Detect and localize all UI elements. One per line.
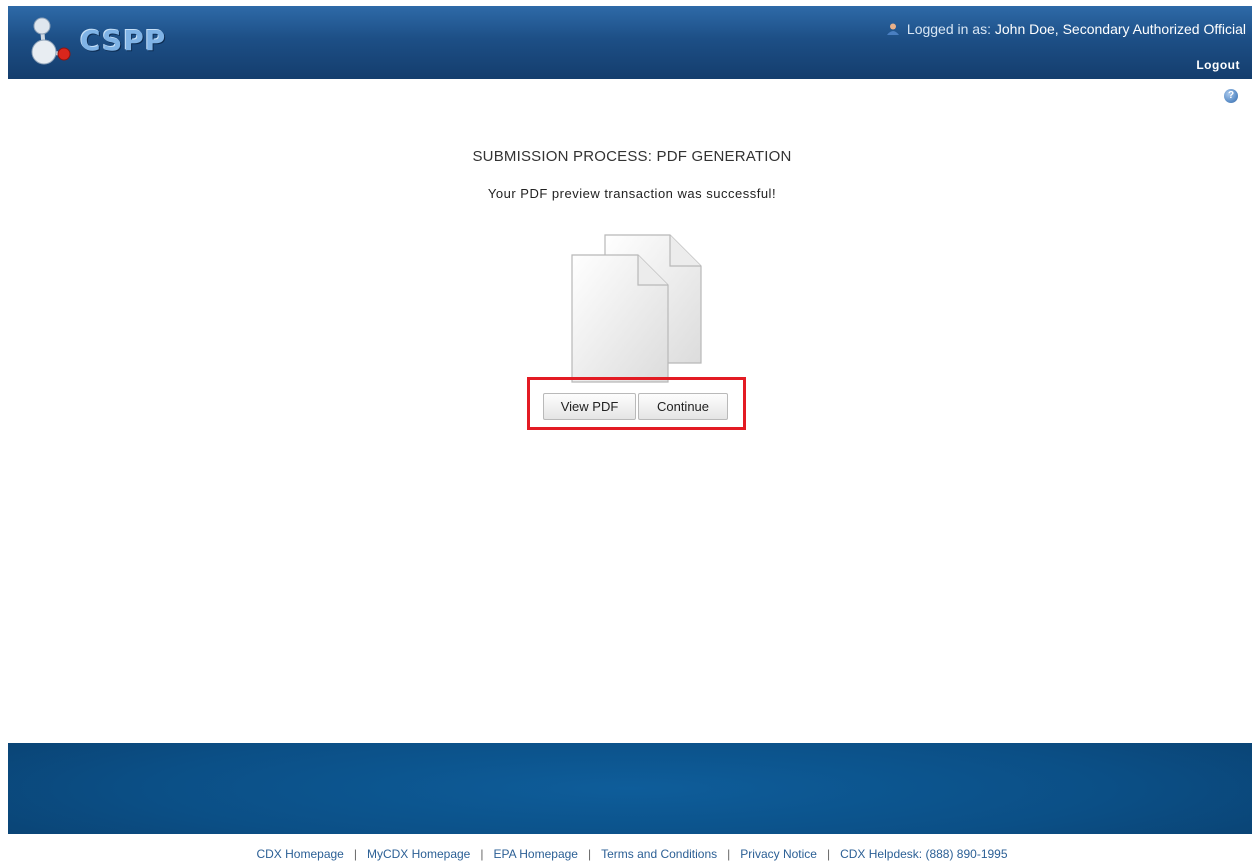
- success-message: Your PDF preview transaction was success…: [487, 186, 777, 201]
- footer-separator: |: [480, 847, 484, 861]
- footer-links: CDX Homepage | MyCDX Homepage | EPA Homepage…: [0, 847, 1252, 861]
- footer-separator: |: [587, 847, 592, 861]
- user-icon: [887, 23, 900, 35]
- footer-separator: |: [826, 847, 831, 861]
- footer-link-epa-homepage[interactable]: EPA Homepage: [493, 847, 578, 861]
- pdf-documents-icon: [571, 234, 702, 383]
- page-title: SUBMISSION PROCESS: PDF GENERATION: [472, 148, 792, 165]
- cspp-logo[interactable]: CSPP: [26, 14, 206, 70]
- footer-link-cdx-homepage[interactable]: CDX Homepage: [256, 847, 343, 861]
- footer-link-terms[interactable]: Terms and Conditions: [601, 847, 717, 861]
- view-pdf-button[interactable]: View PDF: [543, 393, 636, 420]
- user-name: John Doe, Secondary Authorized Official: [994, 21, 1246, 37]
- footer-banner: [8, 743, 1252, 834]
- footer-link-mycdx-homepage[interactable]: MyCDX Homepage: [367, 847, 470, 861]
- header-banner: CSPP Logged in as: John Doe, Secondary A…: [8, 6, 1252, 79]
- footer-separator: |: [353, 847, 357, 861]
- footer-link-helpdesk[interactable]: CDX Helpdesk: (888) 890-1995: [840, 847, 1007, 861]
- logo-text: CSPP: [80, 24, 167, 57]
- logout-link[interactable]: Logout: [1196, 58, 1240, 72]
- molecule-logo-icon: [31, 17, 71, 65]
- user-info: Logged in as: John Doe, Secondary Author…: [886, 21, 1246, 37]
- footer-separator: |: [727, 847, 731, 861]
- logged-in-label: Logged in as:: [906, 21, 991, 37]
- help-icon[interactable]: ?: [1224, 89, 1238, 103]
- continue-button[interactable]: Continue: [638, 393, 728, 420]
- footer-link-privacy[interactable]: Privacy Notice: [740, 847, 817, 861]
